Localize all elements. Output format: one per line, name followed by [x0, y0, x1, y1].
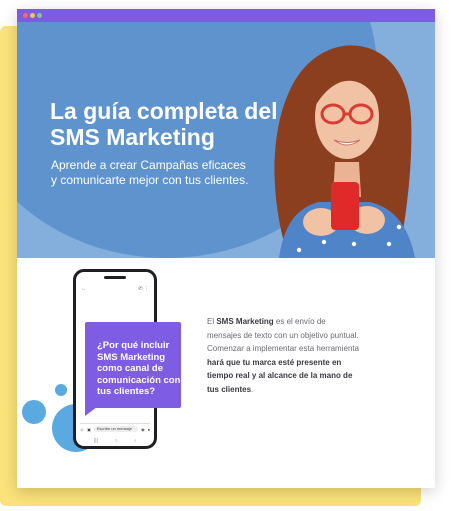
decor-circle-small [55, 384, 67, 396]
question-bubble-tail [85, 407, 97, 416]
maximize-dot-icon[interactable] [37, 13, 42, 18]
call-options-icon: ✆ ⋮ [138, 286, 149, 292]
mic-icon: ● [147, 426, 150, 432]
intro-bold-sms-marketing: SMS Marketing [216, 317, 274, 326]
back-nav-icon: ‹ [134, 438, 136, 444]
intro-text-1: El [207, 317, 217, 326]
close-dot-icon[interactable] [23, 13, 28, 18]
question-bubble-text: ¿Por qué incluir SMS Marketing como cana… [97, 340, 181, 397]
intro-paragraph: El SMS Marketing es el envío de mensajes… [207, 315, 362, 396]
phone-nav-bar: ||| ○ ‹ [94, 438, 136, 444]
camera-icon: ◉ [141, 426, 145, 432]
emoji-icon: ☺ [80, 426, 85, 432]
hero-subtitle: Aprende a crear Campañas eficaces y comu… [51, 158, 249, 187]
intro-bold-highlight: hará que tu marca esté presente en tiemp… [207, 357, 353, 394]
phone-message-bar: ☺ ▣ Escribe un mensaje ◉ ● [80, 423, 150, 434]
message-input: Escribe un mensaje [93, 426, 139, 432]
back-arrow-icon: ← [81, 286, 86, 292]
attach-icon: ▣ [87, 426, 91, 432]
window-titlebar [17, 9, 435, 22]
phone-speaker [104, 276, 126, 279]
phone-header: ← ✆ ⋮ [81, 286, 149, 296]
recent-apps-icon: ||| [94, 438, 98, 444]
decor-circle-medium [22, 400, 46, 424]
minimize-dot-icon[interactable] [30, 13, 35, 18]
hero-banner: La guía completa del SMS Marketing Apren… [17, 22, 435, 258]
home-icon: ○ [114, 438, 118, 444]
intro-text-end: . [251, 384, 254, 394]
hero-title: La guía completa del SMS Marketing [50, 98, 278, 150]
